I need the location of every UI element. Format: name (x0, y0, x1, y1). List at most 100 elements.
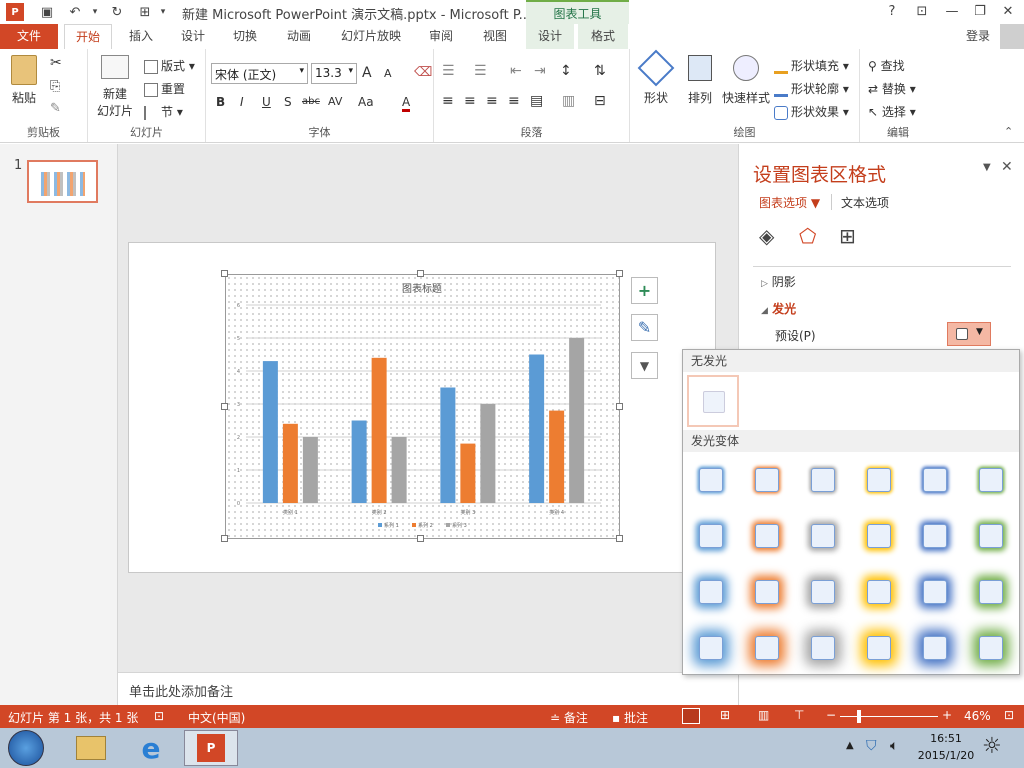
zoom-in-icon[interactable]: + (942, 708, 952, 722)
change-case-button[interactable]: Aa (358, 95, 374, 109)
collapse-ribbon-icon[interactable]: ⌃ (1004, 125, 1013, 138)
powerpoint-taskbar-icon[interactable]: P (184, 730, 238, 766)
ie-taskbar-icon[interactable]: e (124, 730, 178, 766)
increase-indent-icon[interactable]: ⇥ (534, 63, 546, 79)
volume-icon[interactable]: 🔈︎ (890, 738, 898, 754)
close-button[interactable]: ✕ (996, 2, 1020, 22)
glow-variant-option[interactable] (979, 468, 1003, 492)
glow-variant-option[interactable] (923, 580, 947, 604)
italic-button[interactable]: I (240, 95, 244, 109)
glow-variant-option[interactable] (699, 524, 723, 548)
normal-view-icon[interactable] (682, 708, 700, 724)
glow-variant-option[interactable] (867, 580, 891, 604)
numbering-icon[interactable]: ☰ (474, 63, 487, 79)
zoom-out-icon[interactable]: − (826, 708, 836, 722)
present-icon[interactable]: ⊞ (136, 3, 154, 21)
ribbon-display-button[interactable]: ⊡ (910, 2, 934, 22)
undo-icon[interactable]: ↶ (66, 3, 84, 21)
glow-variant-option[interactable] (699, 636, 723, 660)
language-status[interactable]: 中文(中国) (188, 709, 245, 726)
tab-review[interactable]: 审阅 (418, 24, 464, 49)
tab-design[interactable]: 设计 (170, 24, 216, 49)
glow-variant-option[interactable] (811, 636, 835, 660)
decrease-indent-icon[interactable]: ⇤ (510, 63, 522, 79)
pane-options-icon[interactable]: ▼ (983, 162, 991, 173)
glow-variant-option[interactable] (755, 524, 779, 548)
text-direction-icon[interactable]: ⇅ (594, 63, 606, 79)
clear-format-icon[interactable]: ⌫ (414, 65, 432, 80)
resize-handle[interactable] (221, 535, 228, 542)
login-link[interactable]: 登录 (966, 27, 990, 44)
resize-handle[interactable] (221, 270, 228, 277)
size-properties-icon[interactable]: ⊞ (839, 224, 856, 248)
tray-expand-icon[interactable]: ▲ (846, 740, 854, 751)
pane-close-icon[interactable]: ✕ (1001, 159, 1013, 175)
minimize-button[interactable]: — (940, 2, 964, 22)
glow-variant-option[interactable] (755, 468, 779, 492)
glow-variant-option[interactable] (979, 580, 1003, 604)
grow-font-button[interactable]: A (362, 65, 372, 81)
shape-outline-button[interactable]: 形状轮廓 ▾ (774, 80, 849, 97)
notes-pane[interactable]: 单击此处添加备注 (118, 672, 738, 705)
quick-styles-button[interactable]: 快速样式 (720, 55, 772, 106)
new-slide-button[interactable]: 新建 幻灯片 (92, 55, 138, 119)
tab-slideshow[interactable]: 幻灯片放映 (332, 24, 410, 49)
tab-transitions[interactable]: 切换 (222, 24, 268, 49)
glow-variant-option[interactable] (923, 636, 947, 660)
redo-icon[interactable]: ↻ (108, 3, 126, 21)
chart-area[interactable]: 图表标题 0 1 2 3 4 5 6 类别 1 类别 2 类别 3 类别 4 系列 1 系列 2 系列 3 (225, 274, 620, 539)
tab-chart-design[interactable]: 设计 (526, 24, 574, 49)
glow-variant-option[interactable] (923, 468, 947, 492)
shape-fill-button[interactable]: 形状填充 ▾ (774, 57, 849, 74)
restore-button[interactable]: ❐ (968, 2, 992, 22)
shadow-text-button[interactable]: S (284, 95, 292, 109)
section-button[interactable]: 节 ▾ (144, 103, 183, 120)
tab-text-options[interactable]: 文本选项 (841, 194, 889, 211)
chart-filter-button[interactable]: ▼ (631, 352, 658, 379)
char-spacing-button[interactable]: AV (328, 95, 342, 108)
underline-button[interactable]: U (262, 95, 271, 109)
reset-button[interactable]: 重置 (144, 80, 185, 97)
tab-chart-options[interactable]: 图表选项 ▼ (759, 194, 820, 211)
copy-icon[interactable]: ⎘ (50, 79, 60, 94)
zoom-slider-track[interactable] (840, 716, 938, 717)
glow-variant-option[interactable] (699, 580, 723, 604)
shrink-font-button[interactable]: A (384, 67, 392, 80)
glow-variant-option[interactable] (979, 524, 1003, 548)
arrange-button[interactable]: 排列 (680, 55, 720, 106)
save-icon[interactable]: ▣ (38, 3, 56, 21)
glow-variant-option[interactable] (867, 524, 891, 548)
qat-customize-icon[interactable]: ▾ (154, 3, 172, 21)
spellcheck-icon[interactable]: ⊡ (154, 709, 164, 723)
align-left-icon[interactable]: ≡ (442, 93, 454, 109)
replace-button[interactable]: ⇄ 替换 ▾ (868, 80, 916, 97)
distribute-icon[interactable]: ▤ (530, 93, 543, 109)
shape-effect-button[interactable]: 形状效果 ▾ (774, 103, 849, 120)
glow-variant-option[interactable] (867, 636, 891, 660)
resize-handle[interactable] (221, 403, 228, 410)
tab-chart-format[interactable]: 格式 (578, 24, 628, 49)
glow-section[interactable]: ◢ 发光 (761, 300, 796, 317)
tab-file[interactable]: 文件 (0, 24, 58, 49)
fit-slide-icon[interactable]: ⊡ (1004, 708, 1014, 722)
line-spacing-icon[interactable]: ↕ (560, 63, 572, 79)
notes-button[interactable]: ≐ 备注 (550, 709, 588, 726)
clock-date[interactable]: 2015/1/20 (914, 749, 978, 762)
clock-time[interactable]: 16:51 (918, 732, 974, 745)
comments-button[interactable]: ▪ 批注 (612, 709, 648, 726)
layout-button[interactable]: 版式 ▾ (144, 57, 195, 74)
resize-handle[interactable] (417, 270, 424, 277)
paste-button[interactable]: 粘贴 (6, 55, 42, 106)
no-glow-option[interactable] (687, 375, 739, 427)
font-color-button[interactable]: A (402, 95, 411, 112)
strikethrough-button[interactable]: abc (302, 96, 320, 107)
tab-view[interactable]: 视图 (470, 24, 520, 49)
shadow-section[interactable]: ▷ 阴影 (761, 273, 796, 290)
glow-variant-option[interactable] (923, 524, 947, 548)
help-button[interactable]: ? (880, 2, 904, 22)
preset-dropdown[interactable]: ▼ (947, 322, 991, 346)
smartart-icon[interactable]: ⊟ (594, 93, 606, 109)
bullets-icon[interactable]: ☰ (442, 63, 455, 79)
slide-sorter-icon[interactable]: ⊞ (720, 708, 730, 722)
glow-variant-option[interactable] (755, 580, 779, 604)
